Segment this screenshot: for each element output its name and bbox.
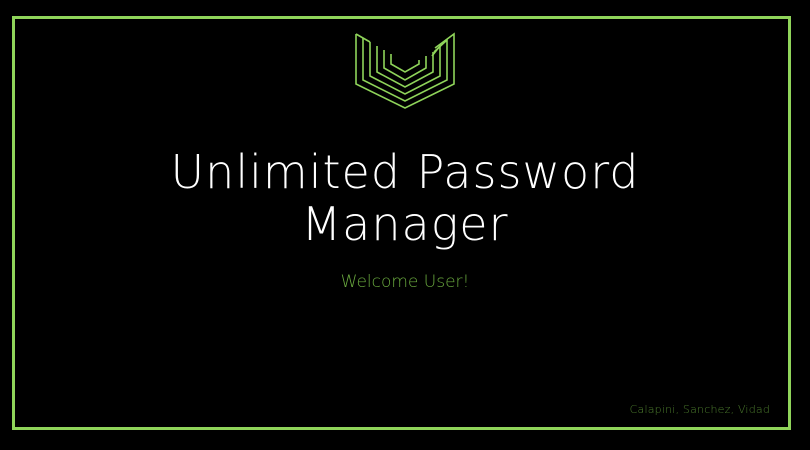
app-title: Unlimited Password Manager <box>0 146 810 250</box>
shield-u-logo-icon <box>355 32 455 109</box>
app-title-line-2: Manager <box>301 197 509 251</box>
welcome-message: Welcome User! <box>340 272 470 292</box>
app-title-line-1: Unlimited Password <box>170 145 640 199</box>
credits-text: Calapini, Sanchez, Vidad <box>629 403 770 416</box>
